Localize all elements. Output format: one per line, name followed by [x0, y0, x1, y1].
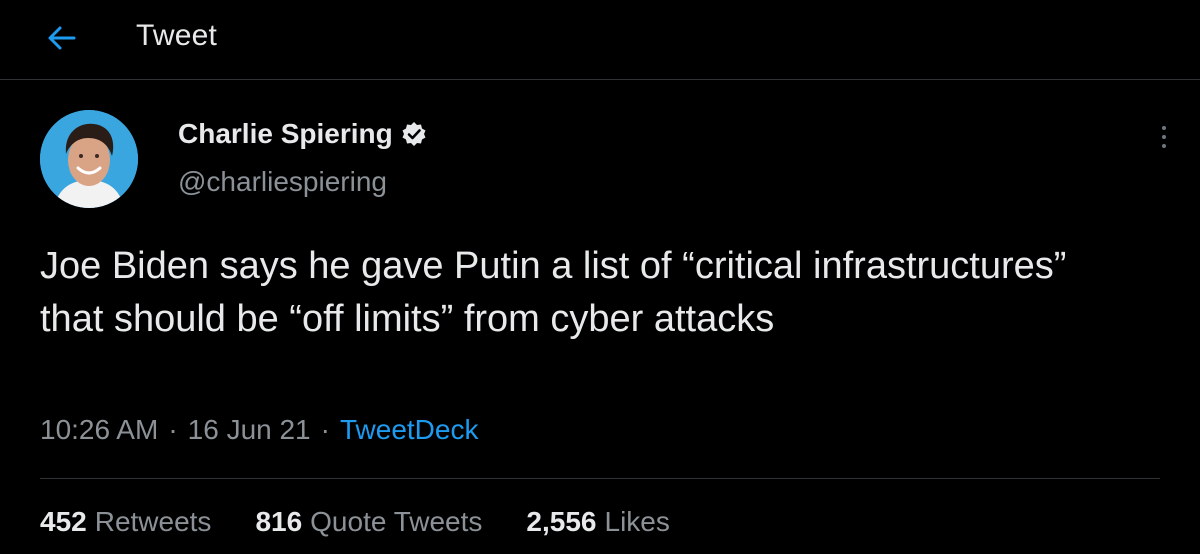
retweets-stat[interactable]: 452 Retweets	[40, 506, 211, 538]
more-options-button[interactable]	[1152, 120, 1176, 154]
author-name-row: Charlie Spiering	[178, 118, 427, 150]
back-button[interactable]	[40, 18, 84, 58]
tweet-source-link[interactable]: TweetDeck	[340, 414, 479, 446]
retweets-count: 452	[40, 506, 87, 537]
verified-badge-icon	[402, 122, 426, 146]
likes-count: 2,556	[526, 506, 597, 537]
likes-label: Likes	[604, 506, 670, 537]
page-title: Tweet	[136, 19, 218, 52]
more-vertical-icon	[1162, 126, 1166, 148]
separator-dot: ·	[320, 414, 330, 445]
avatar[interactable]	[40, 110, 138, 208]
tweet-meta: 10:26 AM · 16 Jun 21 · TweetDeck	[40, 414, 478, 446]
likes-stat[interactable]: 2,556 Likes	[526, 506, 669, 538]
engagement-stats: 452 Retweets 816 Quote Tweets 2,556 Likes	[40, 506, 670, 538]
arrow-left-icon	[48, 26, 76, 50]
author-handle[interactable]: @charliespiering	[178, 166, 387, 198]
retweets-label: Retweets	[94, 506, 212, 537]
quote-tweets-stat[interactable]: 816 Quote Tweets	[255, 506, 482, 538]
quote-tweets-count: 816	[255, 506, 303, 537]
tweet-time[interactable]: 10:26 AM	[40, 414, 158, 446]
separator-dot: ·	[168, 414, 178, 445]
top-bar: Tweet	[0, 0, 1200, 80]
divider	[40, 478, 1160, 479]
display-name[interactable]: Charlie Spiering	[178, 118, 393, 150]
tweet-date[interactable]: 16 Jun 21	[188, 414, 311, 446]
profile-photo	[40, 110, 138, 208]
quote-tweets-label: Quote Tweets	[310, 506, 483, 537]
tweet-text: Joe Biden says he gave Putin a list of “…	[40, 245, 1067, 340]
